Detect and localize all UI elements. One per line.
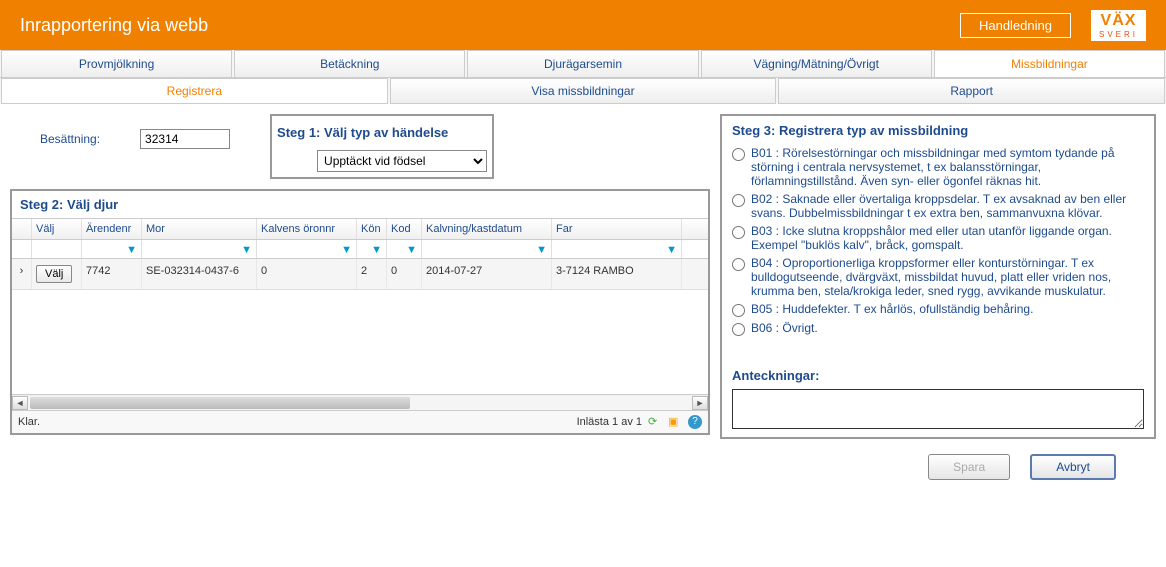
tab-provmjolkning[interactable]: Provmjölkning [1,50,232,77]
filter-icon[interactable]: ▼ [241,244,252,256]
radio-b05[interactable] [732,304,745,317]
tab-missbildningar[interactable]: Missbildningar [934,50,1165,77]
cell-kalvning: 2014-07-27 [422,259,552,289]
app-header: Inrapportering via webb Handledning VÄX … [0,0,1166,50]
export-icon[interactable]: ▣ [668,415,682,429]
subtab-registrera[interactable]: Registrera [1,78,388,104]
refresh-icon[interactable]: ⟳ [648,415,662,429]
subtab-visa[interactable]: Visa missbildningar [390,78,777,104]
handledning-button[interactable]: Handledning [960,13,1071,38]
filter-icon[interactable]: ▼ [666,244,677,256]
tab-vagning[interactable]: Vägning/Mätning/Övrigt [701,50,932,77]
tab-betackning[interactable]: Betäckning [234,50,465,77]
radio-b01[interactable] [732,148,745,161]
grid-count: Inlästa 1 av 1 [577,416,642,428]
radio-b01-label: B01 : Rörelsestörningar och missbildning… [751,146,1144,188]
step1-panel: Steg 1: Välj typ av händelse Upptäckt vi… [270,114,494,179]
filter-icon[interactable]: ▼ [406,244,417,256]
horizontal-scrollbar[interactable]: ◄ ► [12,394,708,410]
filter-icon[interactable]: ▼ [371,244,382,256]
col-header-kon[interactable]: Kön [357,219,387,239]
radio-b04[interactable] [732,258,745,271]
col-header-far[interactable]: Far [552,219,682,239]
logo: VÄX SVERI [1091,10,1146,41]
scroll-right-icon[interactable]: ► [692,396,708,410]
filter-icon[interactable]: ▼ [536,244,547,256]
radio-b06[interactable] [732,323,745,336]
step1-select[interactable]: Upptäckt vid födsel [317,150,487,172]
anteckningar-input[interactable] [732,389,1144,429]
besattning-input[interactable] [140,129,230,149]
logo-text: VÄX [1101,12,1137,30]
radio-b03-label: B03 : Icke slutna kroppshålor med eller … [751,224,1144,252]
app-title: Inrapportering via webb [20,15,208,36]
radio-b02-label: B02 : Saknade eller övertaliga kroppsdel… [751,192,1144,220]
step2-panel: Steg 2: Välj djur Välj Ärendenr Mor Kalv… [10,189,710,435]
grid-status: Klar. [18,416,40,428]
step3-title: Steg 3: Registrera typ av missbildning [732,121,1144,144]
anteckningar-label: Anteckningar: [732,368,1144,389]
animal-grid: Välj Ärendenr Mor Kalvens öronnr Kön Kod… [12,218,708,433]
besattning-label: Besättning: [40,132,100,146]
table-row[interactable]: › Välj 7742 SE-032314-0437-6 0 2 0 2014-… [12,259,708,290]
filter-icon[interactable]: ▼ [126,244,137,256]
avbryt-button[interactable]: Avbryt [1030,454,1116,480]
col-header-valj[interactable]: Välj [32,219,82,239]
valj-button[interactable]: Välj [36,265,72,283]
help-icon[interactable]: ? [688,415,702,429]
spara-button[interactable]: Spara [928,454,1010,480]
cell-arendenr: 7742 [82,259,142,289]
cell-kod: 0 [387,259,422,289]
cell-mor: SE-032314-0437-6 [142,259,257,289]
expand-icon[interactable]: › [12,259,32,289]
radio-b04-label: B04 : Oproportionerliga kroppsformer ell… [751,256,1144,298]
col-header-kod[interactable]: Kod [387,219,422,239]
cell-kalvens: 0 [257,259,357,289]
radio-b05-label: B05 : Huddefekter. T ex hårlös, ofullstä… [751,302,1033,316]
step2-title: Steg 2: Välj djur [12,191,708,218]
radio-b06-label: B06 : Övrigt. [751,321,818,335]
radio-b03[interactable] [732,226,745,239]
scroll-thumb[interactable] [30,397,410,409]
filter-icon[interactable]: ▼ [341,244,352,256]
logo-subtext: SVERI [1099,30,1138,39]
step3-panel: Steg 3: Registrera typ av missbildning B… [720,114,1156,439]
col-header-kalvning[interactable]: Kalvning/kastdatum [422,219,552,239]
cell-far: 3-7124 RAMBO [552,259,682,289]
subtab-rapport[interactable]: Rapport [778,78,1165,104]
cell-kon: 2 [357,259,387,289]
scroll-left-icon[interactable]: ◄ [12,396,28,410]
col-header-kalvens[interactable]: Kalvens öronnr [257,219,357,239]
tab-djuragarsemin[interactable]: Djurägarsemin [467,50,698,77]
sub-tabs: Registrera Visa missbildningar Rapport [0,78,1166,104]
col-header-arendenr[interactable]: Ärendenr [82,219,142,239]
step1-title: Steg 1: Välj typ av händelse [277,121,487,144]
radio-b02[interactable] [732,194,745,207]
main-tabs: Provmjölkning Betäckning Djurägarsemin V… [0,50,1166,78]
col-header-mor[interactable]: Mor [142,219,257,239]
